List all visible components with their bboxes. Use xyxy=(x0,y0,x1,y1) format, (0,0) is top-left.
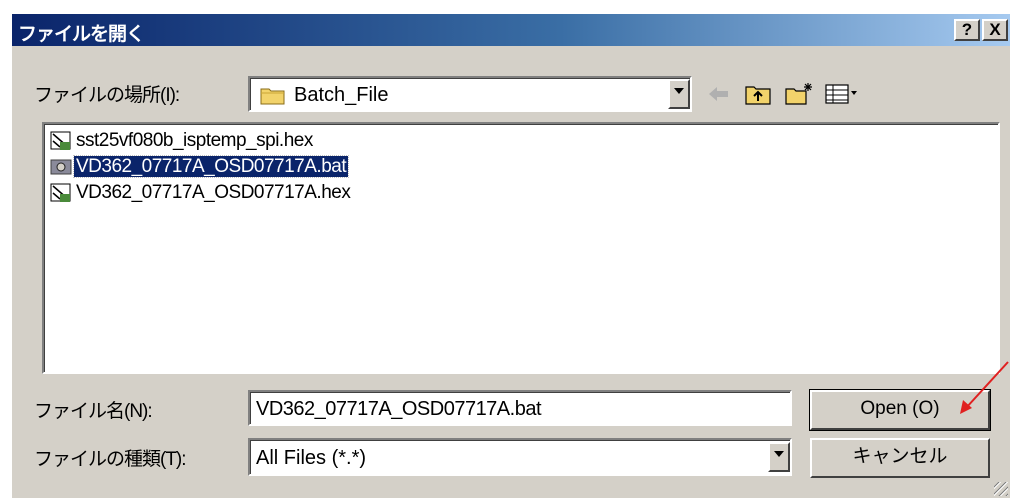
location-value: Batch_File xyxy=(294,84,389,106)
annotation-arrow-icon xyxy=(960,361,1009,414)
up-folder-icon[interactable] xyxy=(744,82,772,108)
location-combo[interactable]: Batch_File xyxy=(248,76,692,112)
filename-label: ファイル名(N): xyxy=(34,401,153,422)
list-item[interactable]: sst25vf080b_isptemp_spi.hex xyxy=(50,128,315,154)
file-name: sst25vf080b_isptemp_spi.hex xyxy=(76,130,313,151)
dialog-title: ファイルを開く xyxy=(18,24,145,45)
new-folder-icon[interactable] xyxy=(784,82,814,108)
location-dropdown-button[interactable] xyxy=(668,79,690,109)
back-icon[interactable] xyxy=(706,82,732,108)
file-name: VD362_07717A_OSD07717A.hex xyxy=(76,182,351,203)
filetype-dropdown-button[interactable] xyxy=(768,442,790,472)
list-item[interactable]: VD362_07717A_OSD07717A.hex xyxy=(50,180,352,206)
location-label: ファイルの場所(I): xyxy=(34,85,180,106)
filetype-label: ファイルの種類(T): xyxy=(34,449,187,470)
view-menu-icon[interactable] xyxy=(824,82,860,108)
bat-file-icon xyxy=(50,159,72,175)
hex-file-icon xyxy=(50,183,71,202)
filename-value: VD362_07717A_OSD07717A.bat xyxy=(256,398,542,420)
filetype-value: All Files (*.*) xyxy=(256,447,367,469)
open-file-dialog: ファイルを開く ? X ファイルの場所(I): Batch_File sst25… xyxy=(10,12,1010,498)
title-bar[interactable]: ファイルを開く ? X xyxy=(12,14,1010,46)
cancel-button[interactable]: キャンセル xyxy=(810,438,990,478)
help-button[interactable]: ? xyxy=(954,19,980,41)
file-name: VD362_07717A_OSD07717A.bat xyxy=(72,155,350,178)
filename-field[interactable]: VD362_07717A_OSD07717A.bat xyxy=(248,390,792,426)
hex-file-icon xyxy=(50,131,71,150)
file-list[interactable]: sst25vf080b_isptemp_spi.hex VD362_07717A… xyxy=(42,122,1000,374)
folder-icon xyxy=(260,88,285,105)
resize-grip-icon[interactable] xyxy=(994,482,1008,496)
filetype-combo[interactable]: All Files (*.*) xyxy=(248,438,792,476)
list-item[interactable]: VD362_07717A_OSD07717A.bat xyxy=(50,154,350,180)
close-button[interactable]: X xyxy=(982,19,1008,41)
